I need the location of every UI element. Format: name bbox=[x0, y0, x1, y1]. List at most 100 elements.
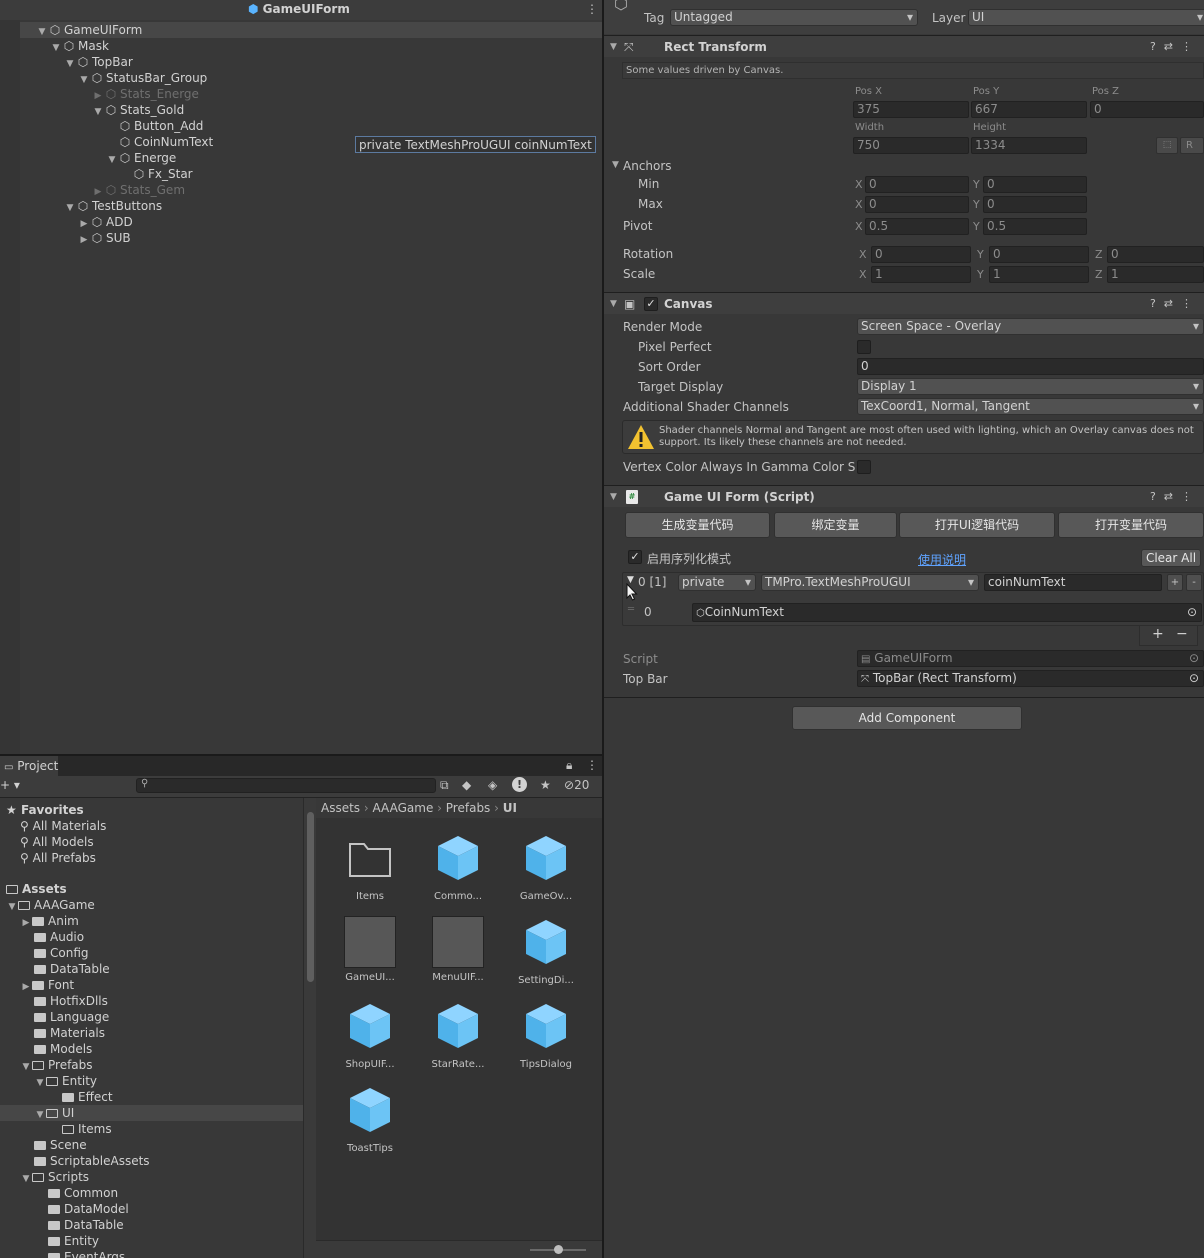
favorites-header[interactable]: ★ Favorites bbox=[0, 802, 84, 818]
favorite-star-icon[interactable]: ★ bbox=[540, 778, 551, 792]
open-ui-logic-code-button[interactable]: 打开UI逻辑代码 bbox=[899, 512, 1055, 538]
tree-item-datamodel[interactable]: DataModel bbox=[0, 1201, 129, 1217]
tree-item-items[interactable]: Items bbox=[0, 1121, 112, 1137]
topbar-object-field[interactable]: ⤧ TopBar (Rect Transform) ⊙ bbox=[857, 670, 1204, 687]
component-enabled-checkbox[interactable]: ✓ bbox=[644, 297, 658, 311]
pivot-y-field[interactable]: 0.5 bbox=[983, 218, 1087, 235]
anchor-max-x-field[interactable]: 0 bbox=[865, 196, 969, 213]
variable-name-field[interactable]: coinNumText bbox=[984, 574, 1162, 591]
posy-field[interactable]: 667 bbox=[971, 101, 1087, 118]
object-picker-icon[interactable]: ⊙ bbox=[1189, 671, 1199, 686]
hierarchy-row-energe[interactable]: ▼ ⬡ Energe bbox=[20, 150, 177, 166]
expanded-arrow-icon[interactable]: ▼ bbox=[610, 293, 617, 315]
sort-order-field[interactable]: 0 bbox=[857, 358, 1204, 375]
more-options-icon[interactable]: ⋮ bbox=[586, 2, 598, 16]
more-options-icon[interactable]: ⋮ bbox=[586, 758, 598, 772]
asset-item[interactable]: SettingDi... bbox=[504, 916, 588, 986]
anchor-max-y-field[interactable]: 0 bbox=[983, 196, 1087, 213]
posx-field[interactable]: 375 bbox=[853, 101, 969, 118]
asset-item[interactable]: TipsDialog bbox=[504, 1000, 588, 1070]
hierarchy-row-stats-gold[interactable]: ▼ ⬡ Stats_Gold bbox=[20, 102, 185, 118]
collapsed-arrow-icon[interactable]: ▶ bbox=[78, 232, 90, 248]
hierarchy-row-mask[interactable]: ▼ ⬡ Mask bbox=[20, 38, 109, 54]
filter-by-label-icon[interactable]: ◆ bbox=[462, 778, 471, 792]
drag-handle-icon[interactable]: ═ bbox=[628, 604, 634, 615]
tree-item-eventargs[interactable]: EventArgs bbox=[0, 1249, 125, 1258]
serialize-mode-checkbox[interactable]: ✓ bbox=[628, 550, 642, 564]
tree-item-config[interactable]: Config bbox=[0, 945, 89, 961]
component-header-icons[interactable]: ?⇄⋮ bbox=[1150, 36, 1200, 58]
asset-item[interactable]: Commo... bbox=[416, 832, 500, 902]
bind-variable-button[interactable]: 绑定变量 bbox=[774, 512, 897, 538]
tree-item-effect[interactable]: Effect bbox=[0, 1089, 113, 1105]
remove-element-icon[interactable]: − bbox=[1176, 626, 1188, 642]
variable-type-dropdown[interactable]: TMPro.TextMeshProUGUI bbox=[761, 574, 979, 591]
asset-item[interactable]: GameOv... bbox=[504, 832, 588, 902]
hierarchy-row-coinnumtext[interactable]: ⬡ CoinNumText bbox=[20, 134, 213, 150]
tab-project[interactable]: ▭ Project bbox=[0, 756, 58, 776]
rect-transform-header[interactable]: ▼ ⤧ Rect Transform ?⇄⋮ bbox=[604, 35, 1204, 57]
tree-item-font[interactable]: ▶ Font bbox=[0, 977, 75, 993]
tree-item-scene[interactable]: Scene bbox=[0, 1137, 87, 1153]
tree-scrollbar[interactable] bbox=[303, 798, 316, 1258]
tree-item-language[interactable]: Language bbox=[0, 1009, 109, 1025]
scrollbar-thumb[interactable] bbox=[307, 812, 314, 982]
asset-item[interactable]: MenuUIF... bbox=[416, 916, 500, 983]
remove-item-icon[interactable]: - bbox=[1186, 574, 1202, 591]
asset-item[interactable]: Items bbox=[328, 832, 412, 902]
tree-item-common[interactable]: Common bbox=[0, 1185, 118, 1201]
tree-item-hotfixdlls[interactable]: HotfixDlls bbox=[0, 993, 108, 1009]
rotation-y-field[interactable]: 0 bbox=[989, 246, 1089, 263]
component-header-icons[interactable]: ?⇄⋮ bbox=[1150, 486, 1200, 508]
search-input[interactable]: ⚲ bbox=[136, 778, 436, 793]
tree-item-aaagame[interactable]: ▼ AAAGame bbox=[0, 897, 95, 913]
object-picker-icon[interactable]: ⊙ bbox=[1187, 604, 1197, 621]
asset-item[interactable]: ShopUIF... bbox=[328, 1000, 412, 1070]
help-link[interactable]: 使用说明 bbox=[918, 551, 966, 568]
zoom-slider-handle[interactable] bbox=[554, 1245, 563, 1254]
tree-item-scriptableassets[interactable]: ScriptableAssets bbox=[0, 1153, 150, 1169]
favorite-item[interactable]: ⚲ All Prefabs bbox=[0, 850, 96, 866]
shader-channels-dropdown[interactable]: TexCoord1, Normal, Tangent bbox=[857, 398, 1204, 415]
asset-item[interactable]: StarRate... bbox=[416, 1000, 500, 1070]
vertex-color-gamma-checkbox[interactable] bbox=[857, 460, 871, 474]
add-element-icon[interactable]: + bbox=[1152, 626, 1164, 642]
asset-item[interactable]: GameUI... bbox=[328, 916, 412, 983]
expanded-arrow-icon[interactable]: ▼ bbox=[612, 160, 619, 170]
asset-item[interactable]: ToastTips bbox=[328, 1084, 412, 1154]
canvas-header[interactable]: ▼ ▣ ✓ Canvas ?⇄⋮ bbox=[604, 292, 1204, 314]
posz-field[interactable]: 0 bbox=[1090, 101, 1204, 118]
render-mode-dropdown[interactable]: Screen Space - Overlay bbox=[857, 318, 1204, 335]
tree-item-models[interactable]: Models bbox=[0, 1041, 92, 1057]
scale-y-field[interactable]: 1 bbox=[989, 266, 1089, 283]
generate-variable-code-button[interactable]: 生成变量代码 bbox=[625, 512, 770, 538]
expanded-arrow-icon[interactable]: ▼ bbox=[610, 486, 617, 508]
favorite-item[interactable]: ⚲ All Models bbox=[0, 834, 94, 850]
rotation-x-field[interactable]: 0 bbox=[871, 246, 971, 263]
add-item-icon[interactable]: + bbox=[1167, 574, 1183, 591]
tree-item-audio[interactable]: Audio bbox=[0, 929, 84, 945]
hierarchy-row-stats-energe[interactable]: ▶ ⬡ Stats_Energe bbox=[20, 86, 199, 102]
width-field[interactable]: 750 bbox=[853, 137, 969, 154]
anchor-min-x-field[interactable]: 0 bbox=[865, 176, 969, 193]
target-display-dropdown[interactable]: Display 1 bbox=[857, 378, 1204, 395]
raw-edit-button[interactable]: R bbox=[1180, 137, 1204, 154]
tree-item-entity-2[interactable]: Entity bbox=[0, 1233, 99, 1249]
hierarchy-row-add[interactable]: ▶ ⬡ ADD bbox=[20, 214, 133, 230]
breadcrumb-item[interactable]: Assets bbox=[321, 801, 360, 815]
tree-item-datatable-2[interactable]: DataTable bbox=[0, 1217, 124, 1233]
hierarchy-row-fx-star[interactable]: ⬡ Fx_Star bbox=[20, 166, 193, 182]
tag-icon[interactable]: ◈ bbox=[488, 778, 497, 792]
height-field[interactable]: 1334 bbox=[971, 137, 1087, 154]
anchor-min-y-field[interactable]: 0 bbox=[983, 176, 1087, 193]
warning-filter-icon[interactable]: ! bbox=[512, 777, 527, 792]
create-plus-icon[interactable]: + ▾ bbox=[0, 778, 20, 792]
hierarchy-row-stats-gem[interactable]: ▶ ⬡ Stats_Gem bbox=[20, 182, 185, 198]
tree-item-ui[interactable]: ▼ UI bbox=[0, 1105, 303, 1121]
hierarchy-row-gameuiform[interactable]: ▼ ⬡ GameUIForm bbox=[20, 22, 602, 38]
lock-icon[interactable]: 🔒︎ bbox=[566, 758, 572, 773]
layer-dropdown[interactable]: UI bbox=[968, 9, 1204, 26]
clear-all-button[interactable]: Clear All bbox=[1141, 549, 1201, 567]
hidden-packages-toggle[interactable]: ⊘20 bbox=[564, 778, 589, 792]
gameuiform-script-header[interactable]: ▼ # Game UI Form (Script) ?⇄⋮ bbox=[604, 485, 1204, 507]
